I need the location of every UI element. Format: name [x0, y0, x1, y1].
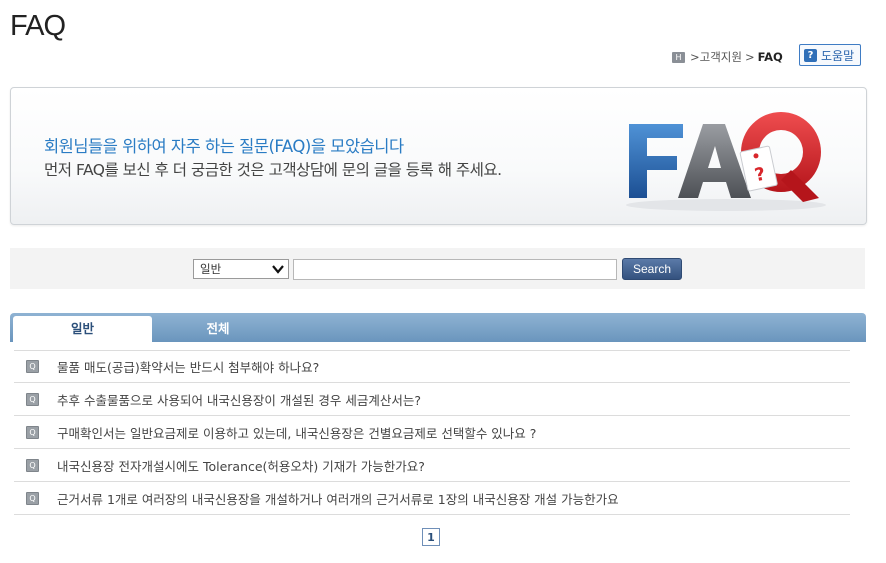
faq-question: 구매확인서는 일반요금제로 이용하고 있는데, 내국신용장은 건별요금제로 선택…	[57, 425, 537, 441]
faq-item[interactable]: Q 내국신용장 전자개설시에도 Tolerance(허용오차) 기재가 가능한가…	[14, 449, 850, 482]
faq-question: 추후 수출물품으로 사용되어 내국신용장이 개설된 경우 세금계산서는?	[57, 392, 421, 408]
category-select[interactable]: 일반	[193, 259, 289, 279]
faq-item[interactable]: Q 근거서류 1개로 여러장의 내국신용장을 개설하거나 여러개의 근거서류로 …	[14, 482, 850, 515]
search-input[interactable]	[293, 259, 617, 280]
question-icon: ?	[804, 48, 817, 62]
faq-banner: 회원님들을 위하여 자주 하는 질문(FAQ)을 모았습니다 먼저 FAQ를 보…	[10, 87, 867, 225]
faq-item[interactable]: Q 물품 매도(공급)확약서는 반드시 첨부해야 하나요?	[14, 350, 850, 383]
faq-question: 물품 매도(공급)확약서는 반드시 첨부해야 하나요?	[57, 360, 320, 375]
question-icon: Q	[26, 425, 39, 439]
page-title: FAQ	[10, 10, 66, 42]
help-label: 도움말	[821, 48, 855, 63]
question-icon: Q	[26, 458, 39, 472]
question-icon: Q	[26, 491, 39, 505]
breadcrumb: H >고객지원 > FAQ	[672, 49, 783, 65]
breadcrumb-current: FAQ	[757, 50, 783, 64]
question-icon: Q	[26, 392, 39, 406]
faq-logo: ?	[626, 112, 826, 211]
tab-all[interactable]: 전체	[153, 316, 283, 342]
breadcrumb-separator: >	[744, 50, 755, 64]
question-icon: Q	[26, 360, 39, 373]
faq-question: 내국신용장 전자개설시에도 Tolerance(허용오차) 기재가 가능한가요?	[57, 458, 425, 474]
tab-general[interactable]: 일반	[13, 316, 152, 342]
banner-description: 먼저 FAQ를 보신 후 더 궁금한 것은 고객상담에 문의 글을 등록 해 주…	[44, 161, 502, 179]
search-button[interactable]: Search	[622, 258, 682, 280]
page-number-current[interactable]: 1	[422, 528, 440, 546]
faq-list: Q 물품 매도(공급)확약서는 반드시 첨부해야 하나요? Q 추후 수출물품으…	[14, 350, 850, 515]
search-panel: 일반 Search	[10, 248, 865, 289]
faq-item[interactable]: Q 구매확인서는 일반요금제로 이용하고 있는데, 내국신용장은 건별요금제로 …	[14, 416, 850, 449]
category-select-value: 일반	[200, 262, 222, 276]
help-button[interactable]: ? 도움말	[799, 44, 862, 66]
home-icon[interactable]: H	[672, 51, 685, 63]
tab-bar: 일반 전체	[10, 313, 866, 342]
faq-item[interactable]: Q 추후 수출물품으로 사용되어 내국신용장이 개설된 경우 세금계산서는?	[14, 383, 850, 416]
banner-headline: 회원님들을 위하여 자주 하는 질문(FAQ)을 모았습니다	[44, 137, 404, 156]
chevron-down-icon	[272, 265, 284, 274]
faq-question: 근거서류 1개로 여러장의 내국신용장을 개설하거나 여러개의 근거서류로 1장…	[57, 491, 619, 507]
breadcrumb-section[interactable]: >고객지원	[690, 49, 742, 65]
